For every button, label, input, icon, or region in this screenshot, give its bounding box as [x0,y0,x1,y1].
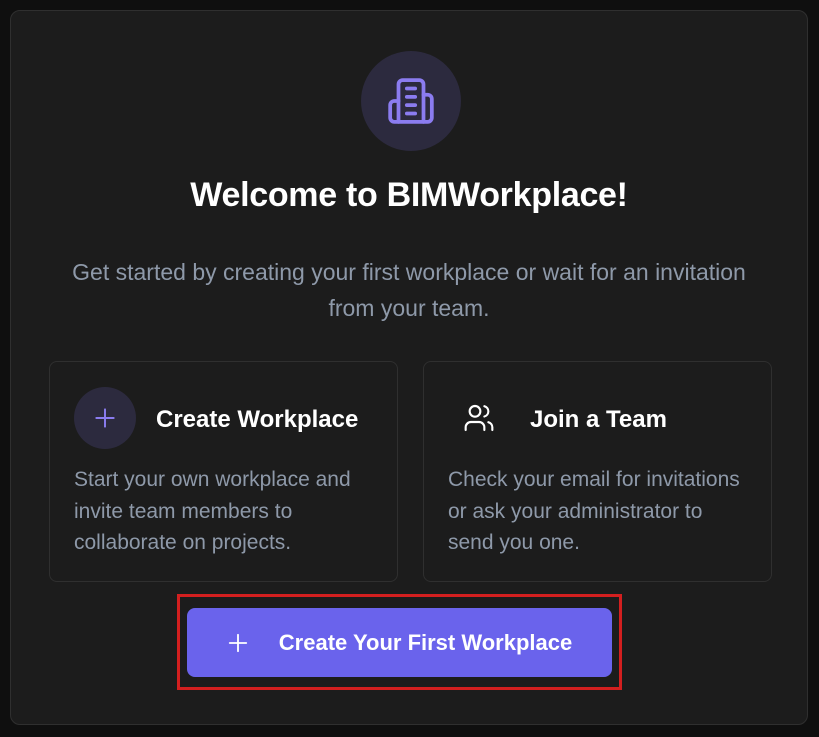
create-first-workplace-button[interactable]: Create Your First Workplace [187,608,612,677]
join-team-description: Check your email for invitations or ask … [448,468,740,554]
join-team-title: Join a Team [530,406,667,433]
plus-icon [74,387,136,449]
plus-icon [227,632,249,654]
create-first-workplace-label: Create Your First Workplace [278,629,573,655]
create-workplace-title: Create Workplace [156,406,359,433]
building-icon [361,51,461,151]
create-workplace-description: Start your own workplace and invite team… [74,468,351,554]
users-icon [448,387,510,449]
page-title: Welcome to BIMWorkplace! [190,176,628,214]
join-team-card: Join a Team Check your email for invitat… [423,361,772,582]
create-workplace-card: Create Workplace Start your own workplac… [49,361,398,582]
page-subtitle: Get started by creating your first workp… [72,259,746,321]
